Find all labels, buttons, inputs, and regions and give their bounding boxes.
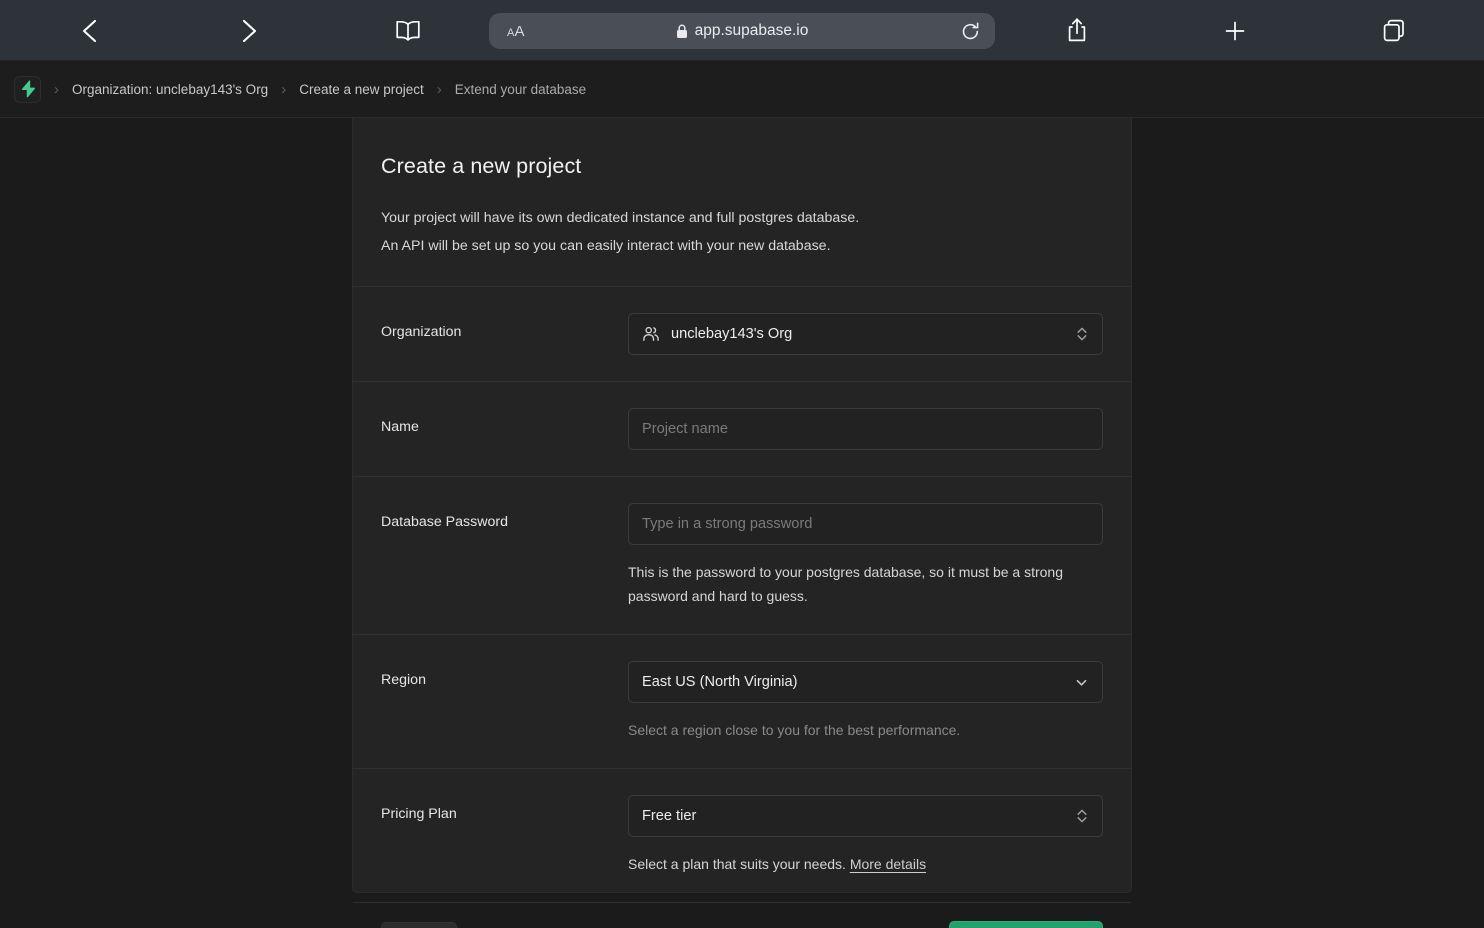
up-down-chevron-icon[interactable]	[1075, 806, 1089, 826]
database-password-input[interactable]: Type in a strong password	[628, 503, 1103, 545]
project-name-input[interactable]: Project name	[628, 408, 1103, 450]
share-icon	[1068, 18, 1086, 42]
cancel-button[interactable]: Cancel	[381, 922, 458, 928]
browser-toolbar: AA app.supabase.io	[0, 0, 1484, 61]
chevron-down-icon[interactable]	[1074, 675, 1089, 690]
breadcrumb-item-organization[interactable]: Organization: unclebay143's Org	[72, 82, 268, 97]
pricing-plan-helper-text: Select a plan that suits your needs.	[628, 856, 846, 872]
supabase-logo-button[interactable]	[14, 75, 41, 103]
new-tab-button[interactable]	[1213, 10, 1257, 52]
pricing-plan-value: Free tier	[642, 808, 697, 824]
url-display[interactable]: app.supabase.io	[489, 22, 995, 40]
region-label: Region	[381, 672, 426, 688]
card-description: Your project will have its own dedicated…	[381, 204, 1103, 260]
back-button[interactable]	[68, 12, 112, 50]
reader-view-button[interactable]	[386, 12, 430, 50]
region-value: East US (North Virginia)	[642, 674, 798, 690]
form-row-pricing-plan: Pricing Plan Free tier Select a plan tha…	[353, 769, 1131, 902]
url-text: app.supabase.io	[694, 22, 809, 39]
database-password-helper: This is the password to your postgres da…	[628, 564, 1063, 604]
form-row-name: Name Project name	[353, 382, 1131, 476]
forward-button[interactable]	[227, 12, 271, 50]
url-bar[interactable]: AA app.supabase.io	[489, 13, 995, 49]
form-row-region: Region East US (North Virginia) Select a…	[353, 635, 1131, 768]
users-icon	[642, 325, 660, 343]
pricing-plan-helper: Select a plan that suits your needs. Mor…	[628, 852, 1103, 876]
supabase-lightning-icon	[21, 80, 35, 98]
chevron-left-icon	[82, 19, 97, 43]
pricing-plan-label: Pricing Plan	[381, 806, 457, 822]
region-helper: Select a region close to you for the bes…	[628, 722, 961, 738]
database-password-placeholder: Type in a strong password	[642, 516, 813, 532]
card-description-line-1: Your project will have its own dedicated…	[381, 210, 860, 226]
up-down-chevron-icon[interactable]	[1075, 324, 1089, 344]
reload-icon	[962, 21, 979, 39]
name-label: Name	[381, 419, 419, 435]
organization-label: Organization	[381, 324, 462, 340]
tabs-icon	[1383, 19, 1404, 42]
chevron-right-icon	[242, 19, 257, 43]
region-select[interactable]: East US (North Virginia)	[628, 661, 1103, 703]
book-icon	[396, 20, 420, 41]
card-footer: Cancel You can rename your project later…	[353, 903, 1131, 928]
card-description-line-2: An API will be set up so you can easily …	[381, 238, 831, 254]
form-row-password: Database Password Type in a strong passw…	[353, 477, 1131, 634]
plus-icon	[1225, 21, 1245, 41]
organization-value: unclebay143's Org	[671, 326, 793, 342]
card-header: Create a new project Your project will h…	[353, 118, 1131, 260]
breadcrumb-separator-1: ›	[54, 80, 59, 98]
organization-select[interactable]: unclebay143's Org	[628, 313, 1103, 355]
database-password-label: Database Password	[381, 514, 508, 530]
show-tabs-button[interactable]	[1372, 10, 1416, 52]
reload-button[interactable]	[960, 21, 981, 42]
main-content: Create a new project Your project will h…	[0, 118, 1484, 928]
lock-icon	[676, 24, 687, 38]
share-button[interactable]	[1055, 10, 1099, 52]
page-title: Create a new project	[381, 154, 582, 178]
breadcrumb: › Organization: unclebay143's Org › Crea…	[0, 61, 1484, 118]
page-zoom-button[interactable]: AA	[507, 23, 525, 40]
form-row-organization: Organization unclebay143's Org	[353, 287, 1131, 381]
breadcrumb-item-create-project[interactable]: Create a new project	[299, 82, 424, 97]
pricing-plan-select[interactable]: Free tier	[628, 795, 1103, 837]
project-name-placeholder: Project name	[642, 421, 728, 437]
create-new-project-button[interactable]: Create new project	[949, 921, 1103, 928]
breadcrumb-item-extend-database[interactable]: Extend your database	[455, 82, 586, 97]
breadcrumb-separator-3: ›	[436, 80, 442, 98]
create-project-card: Create a new project Your project will h…	[352, 118, 1132, 928]
breadcrumb-separator-2: ›	[281, 80, 287, 98]
more-details-link[interactable]: More details	[850, 856, 926, 872]
